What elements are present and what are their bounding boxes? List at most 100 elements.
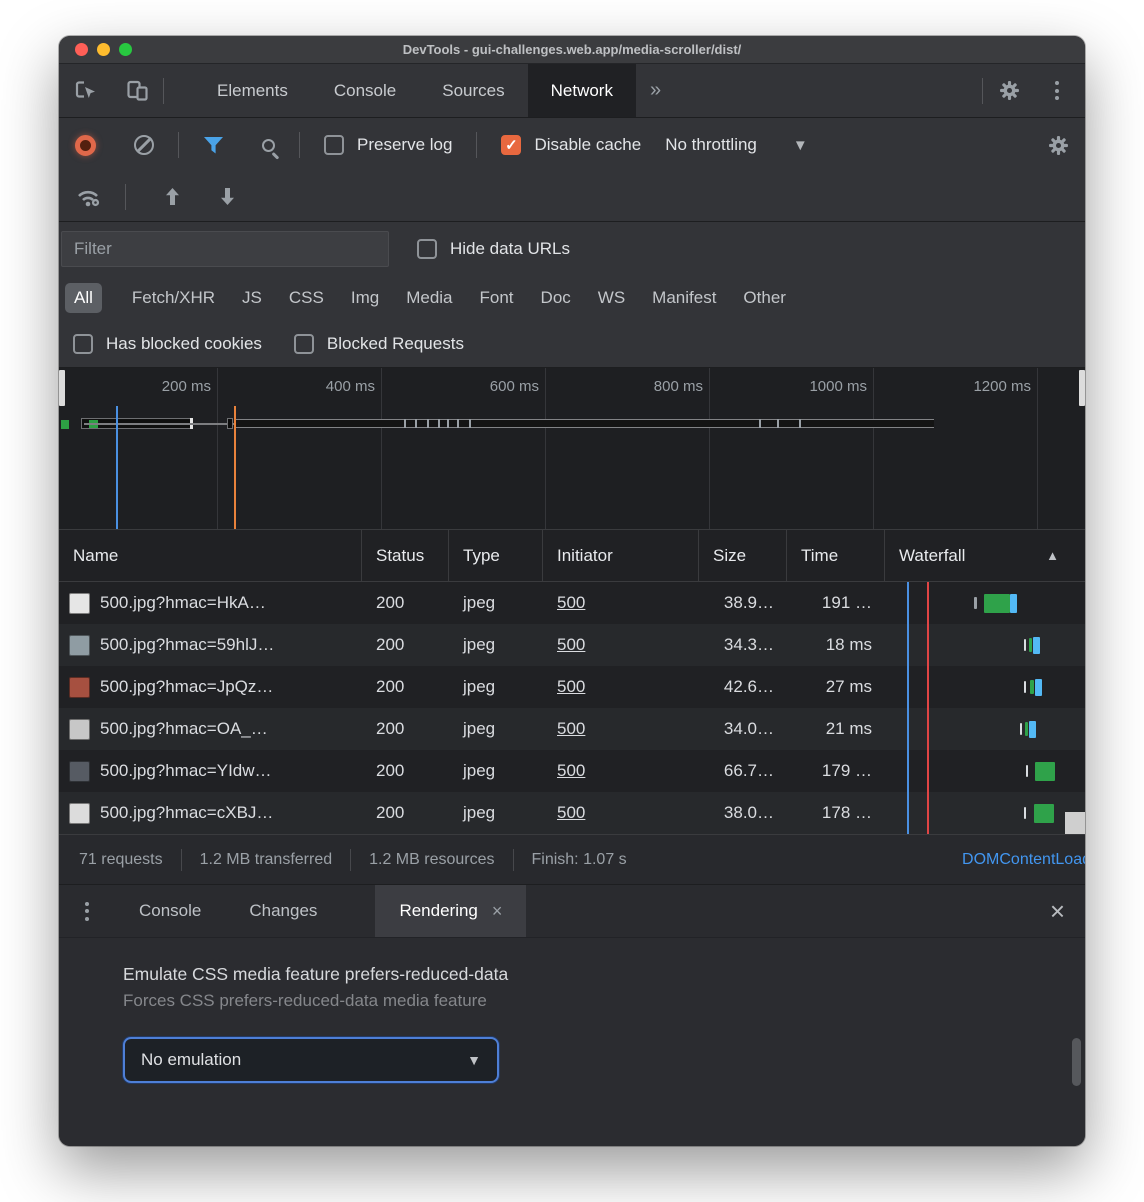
request-thumbnail xyxy=(69,635,90,656)
disable-cache-control[interactable]: Disable cache xyxy=(501,135,641,155)
close-drawer-button[interactable]: × xyxy=(1030,885,1085,937)
request-time: 21 ms xyxy=(787,708,885,750)
filter-pill-doc[interactable]: Doc xyxy=(532,283,580,313)
filter-pill-fetch-xhr[interactable]: Fetch/XHR xyxy=(123,283,224,313)
filter-pill-manifest[interactable]: Manifest xyxy=(643,283,725,313)
drawer-tab-rendering[interactable]: Rendering × xyxy=(375,885,526,937)
filter-pill-js[interactable]: JS xyxy=(233,283,271,313)
record-network-log-button[interactable] xyxy=(75,135,96,156)
table-row[interactable]: 500.jpg?hmac=cXBJ… 200 jpeg 500 38.0… 17… xyxy=(59,792,1085,834)
column-header-name[interactable]: Name xyxy=(59,530,362,581)
inspect-element-button[interactable] xyxy=(59,64,111,117)
table-row[interactable]: 500.jpg?hmac=YIdw… 200 jpeg 500 66.7… 17… xyxy=(59,750,1085,792)
request-initiator-link[interactable]: 500 xyxy=(557,719,585,739)
overview-bar xyxy=(227,418,233,429)
preserve-log-control[interactable]: Preserve log xyxy=(324,135,452,155)
request-thumbnail xyxy=(69,761,90,782)
tab-network[interactable]: Network xyxy=(528,64,636,117)
filter-input[interactable] xyxy=(61,231,389,267)
overview-right-handle[interactable] xyxy=(1079,370,1085,406)
preserve-log-label[interactable]: Preserve log xyxy=(357,135,452,155)
more-tabs-button[interactable]: » xyxy=(636,64,675,117)
clear-network-log-button[interactable] xyxy=(134,135,154,155)
search-icon[interactable] xyxy=(262,139,275,152)
request-status: 200 xyxy=(362,666,449,708)
table-row[interactable]: 500.jpg?hmac=OA_… 200 jpeg 500 34.0… 21 … xyxy=(59,708,1085,750)
column-header-initiator[interactable]: Initiator xyxy=(543,530,699,581)
request-size: 34.3… xyxy=(699,624,787,666)
tab-sources[interactable]: Sources xyxy=(419,64,527,117)
table-row[interactable]: 500.jpg?hmac=HkA… 200 jpeg 500 38.9… 191… xyxy=(59,582,1085,624)
drawer-tab-console[interactable]: Console xyxy=(115,885,225,937)
request-name: 500.jpg?hmac=59hlJ… xyxy=(100,635,274,655)
overview-left-handle[interactable] xyxy=(59,370,65,406)
chevron-down-icon: ▼ xyxy=(467,1052,481,1068)
drawer-tab-changes[interactable]: Changes xyxy=(225,885,341,937)
filter-pill-font[interactable]: Font xyxy=(471,283,523,313)
devtools-tabbar: Elements Console Sources Network » xyxy=(59,64,1085,118)
request-time: 27 ms xyxy=(787,666,885,708)
network-settings-button[interactable] xyxy=(1048,135,1069,156)
tab-console[interactable]: Console xyxy=(311,64,419,117)
hide-data-urls-label[interactable]: Hide data URLs xyxy=(450,239,570,259)
has-blocked-cookies-checkbox[interactable] xyxy=(73,334,93,354)
import-har-icon[interactable] xyxy=(164,187,181,206)
table-row[interactable]: 500.jpg?hmac=59hlJ… 200 jpeg 500 34.3… 1… xyxy=(59,624,1085,666)
filter-pill-ws[interactable]: WS xyxy=(589,283,634,313)
request-initiator-link[interactable]: 500 xyxy=(557,803,585,823)
emulation-select[interactable]: No emulation ▼ xyxy=(123,1037,499,1083)
filter-pill-all[interactable]: All xyxy=(65,283,102,313)
request-initiator-link[interactable]: 500 xyxy=(557,761,585,781)
request-type: jpeg xyxy=(449,708,543,750)
zoom-window-button[interactable] xyxy=(119,43,132,56)
overview-tick xyxy=(415,419,417,428)
hide-data-urls-control[interactable]: Hide data URLs xyxy=(417,239,570,259)
network-overview-timeline[interactable]: 200 ms 400 ms 600 ms 800 ms 1000 ms 1200… xyxy=(59,368,1085,530)
has-blocked-cookies-control[interactable]: Has blocked cookies xyxy=(73,334,262,354)
requests-count: 71 requests xyxy=(79,851,181,869)
toggle-device-toolbar-button[interactable] xyxy=(111,64,163,117)
filter-pill-css[interactable]: CSS xyxy=(280,283,333,313)
filter-pill-other[interactable]: Other xyxy=(734,283,795,313)
disable-cache-checkbox[interactable] xyxy=(501,135,521,155)
throttling-select[interactable]: No throttling xyxy=(665,135,757,155)
waterfall-bar xyxy=(885,750,1055,792)
filter-pill-media[interactable]: Media xyxy=(397,283,461,313)
filter-funnel-icon[interactable] xyxy=(203,136,224,155)
filter-pill-img[interactable]: Img xyxy=(342,283,388,313)
tab-label: Elements xyxy=(217,81,288,101)
tab-elements[interactable]: Elements xyxy=(194,64,311,117)
scrollbar-corner[interactable] xyxy=(1065,812,1085,834)
network-conditions-icon[interactable] xyxy=(75,186,101,208)
request-initiator-link[interactable]: 500 xyxy=(557,593,585,613)
request-time: 18 ms xyxy=(787,624,885,666)
gridline xyxy=(1037,368,1038,529)
drawer-scrollbar-thumb[interactable] xyxy=(1072,1038,1081,1086)
preserve-log-checkbox[interactable] xyxy=(324,135,344,155)
table-row[interactable]: 500.jpg?hmac=JpQz… 200 jpeg 500 42.6… 27… xyxy=(59,666,1085,708)
blocked-requests-checkbox[interactable] xyxy=(294,334,314,354)
column-header-time[interactable]: Time xyxy=(787,530,885,581)
table-header: Name Status Type Initiator Size Time Wat… xyxy=(59,530,1085,582)
column-header-type[interactable]: Type xyxy=(449,530,543,581)
settings-button[interactable] xyxy=(983,64,1035,117)
has-blocked-cookies-label[interactable]: Has blocked cookies xyxy=(106,334,262,354)
request-initiator-link[interactable]: 500 xyxy=(557,677,585,697)
disable-cache-label[interactable]: Disable cache xyxy=(534,135,641,155)
request-initiator-link[interactable]: 500 xyxy=(557,635,585,655)
waterfall-bar xyxy=(885,582,1017,624)
column-header-size[interactable]: Size xyxy=(699,530,787,581)
request-type: jpeg xyxy=(449,750,543,792)
column-header-waterfall[interactable]: Waterfall▲ xyxy=(885,530,1085,581)
request-size: 42.6… xyxy=(699,666,787,708)
close-tab-icon[interactable]: × xyxy=(492,901,503,922)
blocked-requests-control[interactable]: Blocked Requests xyxy=(294,334,464,354)
customize-devtools-button[interactable] xyxy=(1035,64,1079,117)
minimize-window-button[interactable] xyxy=(97,43,110,56)
blocked-requests-label[interactable]: Blocked Requests xyxy=(327,334,464,354)
hide-data-urls-checkbox[interactable] xyxy=(417,239,437,259)
column-header-status[interactable]: Status xyxy=(362,530,449,581)
drawer-menu-button[interactable] xyxy=(59,885,115,937)
export-har-icon[interactable] xyxy=(219,187,236,206)
close-window-button[interactable] xyxy=(75,43,88,56)
